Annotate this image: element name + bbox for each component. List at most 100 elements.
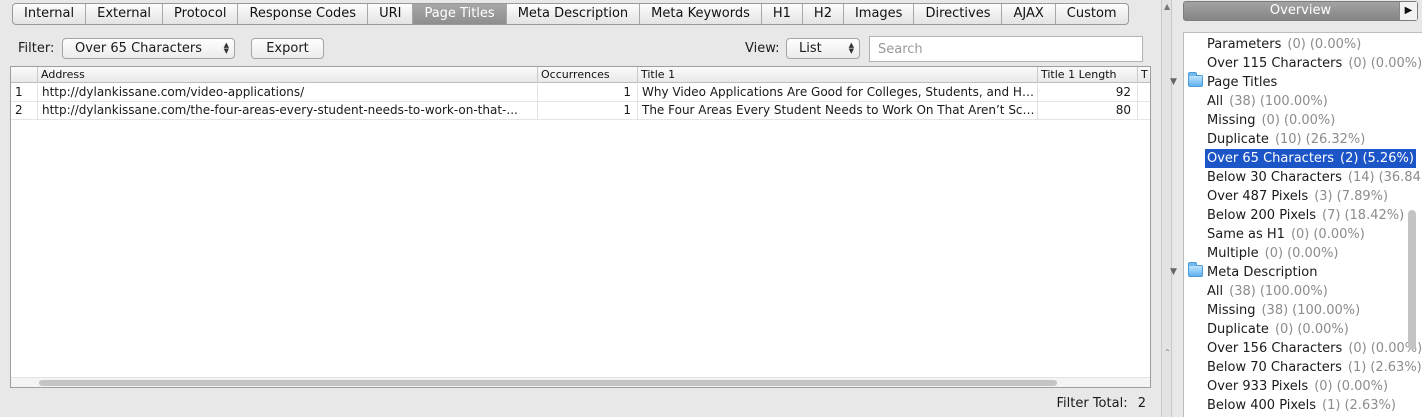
tree-item-count: (0) [1314, 379, 1333, 394]
tree-item[interactable]: Missing (38) (100.00%) [1207, 301, 1360, 320]
tab-meta-description[interactable]: Meta Description [507, 4, 641, 24]
tab-meta-keywords[interactable]: Meta Keywords [640, 4, 762, 24]
horizontal-scrollbar-thumb[interactable] [39, 380, 1057, 386]
tree-item[interactable]: Same as H1 (0) (0.00%) [1207, 225, 1365, 244]
tree-item[interactable]: Below 200 Pixels (7) (18.42%) [1207, 206, 1404, 225]
column-header-address[interactable]: Address [38, 67, 538, 83]
tree-item[interactable]: Below 70 Characters (1) (2.63%) [1207, 358, 1422, 377]
tree-item-label: Missing [1207, 303, 1256, 318]
column-header-title-1-length[interactable]: Title 1 Length [1038, 67, 1138, 83]
filter-label: Filter: [18, 41, 55, 56]
column-header-index[interactable] [11, 67, 38, 83]
tree-item[interactable]: Duplicate (0) (0.00%) [1207, 320, 1349, 339]
overview-tree: Parameters (0) (0.00%) Over 115 Characters(… [1183, 32, 1422, 417]
tree-item-count: (2) [1340, 151, 1359, 166]
tree-item-percent: (0.00%) [1370, 56, 1422, 71]
tree-item-percent: (0.00%) [1336, 379, 1389, 394]
tree-item-count: (0) [1264, 246, 1284, 261]
tree-item-percent: (36.84 [1378, 170, 1421, 185]
tree-item-label: Over 115 Characters [1207, 56, 1343, 71]
collapse-up-icon[interactable]: ▲ [1164, 2, 1170, 11]
tree-item-count: (1) [1322, 398, 1341, 413]
tab-protocol[interactable]: Protocol [163, 4, 239, 24]
tree-item[interactable]: All (38) (100.00%) [1207, 282, 1328, 301]
tree-item-percent: (7.89%) [1336, 189, 1389, 204]
tab-internal[interactable]: Internal [13, 4, 87, 24]
tab-h1[interactable]: H1 [762, 4, 803, 24]
tree-item-label: Page Titles [1207, 75, 1278, 90]
tree-item[interactable]: All (38) (100.00%) [1207, 92, 1328, 111]
tree-item-percent: (0.00%) [1297, 322, 1349, 337]
table-header: Address Occurrences Title 1 Title 1 Leng… [11, 67, 1150, 83]
tree-item-percent: (100.00%) [1259, 94, 1328, 109]
tab-external[interactable]: External [86, 4, 164, 24]
tree-item-label: Below 200 Pixels [1207, 208, 1317, 223]
tree-item-label: Duplicate [1207, 132, 1269, 147]
tab-uri[interactable]: URI [368, 4, 414, 24]
tree-item-count: (38) [1261, 303, 1289, 318]
search-input[interactable] [869, 36, 1143, 62]
column-header-title-1[interactable]: Title 1 [638, 67, 1038, 83]
overview-header: Overview ▶ [1183, 1, 1418, 21]
tree-item[interactable]: Over 65 Characters (2) (5.26%) [1205, 149, 1416, 168]
tree-item[interactable]: Multiple (0) (0.00%) [1207, 244, 1339, 263]
tree-item-percent: (0.00%) [1313, 227, 1365, 242]
filter-total: Filter Total: 2 [1057, 396, 1147, 411]
tree-item-label: Below 400 Pixels [1207, 398, 1317, 413]
tree-item-percent: (2.63%) [1344, 398, 1396, 413]
tree-item-count: (0) [1290, 227, 1310, 242]
column-header-truncated[interactable]: T [1138, 67, 1150, 83]
results-table: Address Occurrences Title 1 Title 1 Leng… [10, 66, 1151, 388]
horizontal-scrollbar[interactable] [11, 377, 1150, 387]
view-select[interactable]: List ▲ ▼ [786, 38, 860, 59]
tab-ajax[interactable]: AJAX [1002, 4, 1056, 24]
triangle-down-icon[interactable]: ▼ [1170, 77, 1177, 87]
tree-item-label: All [1207, 94, 1224, 109]
row-index: 2 [11, 102, 38, 120]
table-row[interactable]: 2 http://dylankissane.com/the-four-areas-… [11, 102, 1150, 120]
vertical-scrollbar-thumb[interactable] [1408, 210, 1416, 350]
tree-item-percent: (2.63%) [1370, 360, 1422, 375]
overview-title: Overview [1269, 3, 1332, 18]
tree-item-percent: (18.42%) [1344, 208, 1405, 223]
tree-item[interactable]: Missing (0) (0.00%) [1207, 111, 1335, 130]
tree-item-percent: (0.00%) [1283, 113, 1336, 128]
tab-directives[interactable]: Directives [914, 4, 1003, 24]
tree-folder-meta-description[interactable]: Meta Description [1188, 262, 1318, 282]
column-header-occurrences[interactable]: Occurrences [538, 67, 638, 83]
tree-item[interactable]: Below 30 Characters (14) (36.84 [1207, 168, 1421, 187]
tree-item-label: Meta Description [1207, 265, 1318, 280]
view-select-value: List [799, 41, 822, 56]
tree-item-count: (1) [1347, 360, 1367, 375]
resize-grip-icon[interactable]: ⌃ [1164, 348, 1171, 357]
tree-item-label: Over 487 Pixels [1207, 189, 1309, 204]
tab-images[interactable]: Images [844, 4, 915, 24]
tab-custom[interactable]: Custom [1056, 4, 1128, 24]
triangle-right-icon[interactable]: ▶ [1399, 2, 1417, 20]
tab-response-codes[interactable]: Response Codes [238, 4, 369, 24]
filter-select[interactable]: Over 65 Characters ▲ ▼ [62, 38, 235, 59]
tree-item-label: Duplicate [1207, 322, 1269, 337]
address-cell: http://dylankissane.com/video-applicatio… [38, 84, 538, 102]
tree-item[interactable]: Over 156 Characters (0) (0.00%) [1207, 339, 1422, 358]
export-button[interactable]: Export [251, 38, 324, 59]
tab-page-titles[interactable]: Page Titles [413, 4, 507, 24]
tree-item[interactable]: Parameters (0) (0.00%) [1207, 35, 1361, 54]
tree-item-count: (14) [1347, 170, 1375, 185]
table-row[interactable]: 1 http://dylankissane.com/video-applicati… [11, 84, 1150, 102]
folder-icon [1188, 72, 1203, 87]
tree-item[interactable]: Over 933 Pixels (0) (0.00%) [1207, 377, 1388, 396]
tree-item[interactable]: Duplicate (10) (26.32%) [1207, 130, 1365, 149]
split-pane-divider[interactable]: ▲ ⌃ [1161, 0, 1172, 417]
triangle-down-icon[interactable]: ▼ [1170, 267, 1177, 277]
tree-item[interactable]: Below 400 Pixels (1) (2.63%) [1207, 396, 1396, 415]
title-cell: The Four Areas Every Student Needs to Wo… [638, 102, 1038, 120]
tab-h2[interactable]: H2 [803, 4, 844, 24]
tree-item[interactable]: Over 487 Pixels (3) (7.89%) [1207, 187, 1388, 206]
tree-item-percent: (0.00%) [1287, 246, 1339, 261]
tree-item[interactable]: Over 115 Characters (0) (0.00%) [1207, 54, 1422, 73]
tree-item-percent: (0.00%) [1309, 37, 1362, 52]
tree-folder-page-titles[interactable]: Page Titles [1188, 72, 1278, 92]
tree-item-label: Parameters [1207, 37, 1282, 52]
occurrences-cell: 1 [538, 102, 638, 120]
